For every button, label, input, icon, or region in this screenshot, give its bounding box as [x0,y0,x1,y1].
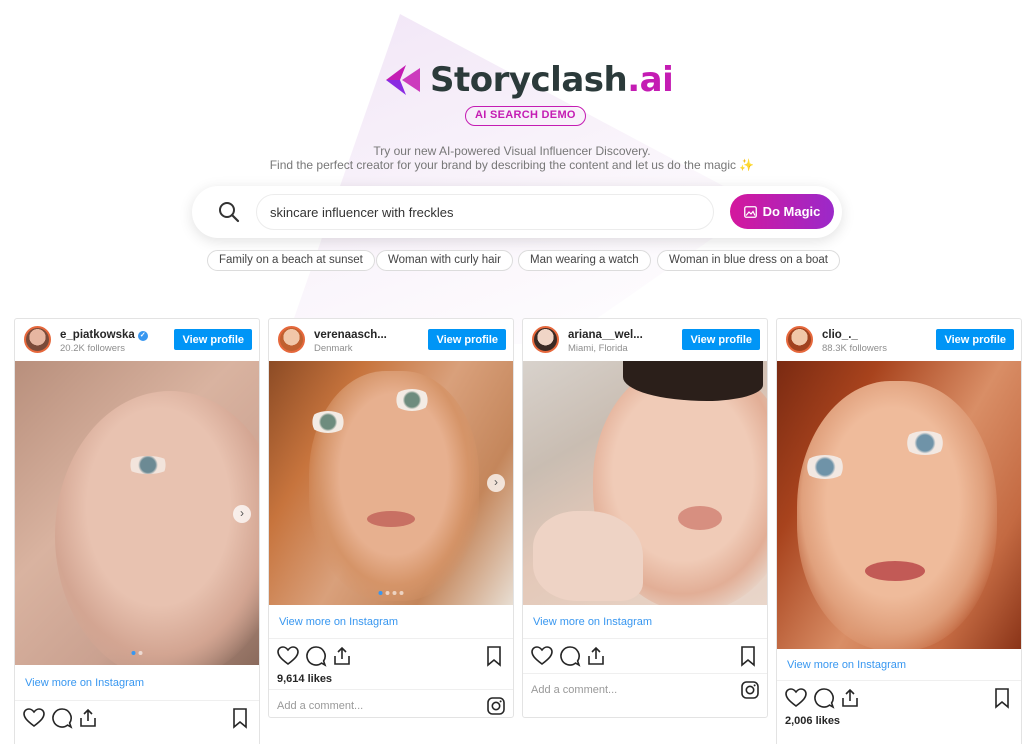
post-image[interactable] [777,361,1021,649]
bookmark-icon[interactable] [991,687,1013,709]
photo-eye [125,456,171,474]
view-profile-button[interactable]: View profile [428,329,506,350]
heart-icon[interactable] [531,645,553,667]
photo-eye [803,455,847,479]
comment-row: Add a comment... [523,673,767,705]
do-magic-label: Do Magic [762,204,821,219]
tagline-line-1: Try our new AI-powered Visual Influencer… [373,144,651,158]
view-profile-button[interactable]: View profile [936,329,1014,350]
next-photo-chevron-icon[interactable]: › [233,505,251,523]
share-icon[interactable] [839,687,861,709]
location: Miami, Florida [568,343,628,354]
suggestion-chip[interactable]: Woman with curly hair [376,250,513,271]
influencer-card: clio_._ 88.3K followers View profile Vie… [776,318,1022,744]
photo-eye [393,389,431,411]
instagram-icon[interactable] [741,681,759,699]
photo-hand [533,511,643,601]
location: Denmark [314,343,353,354]
heart-icon[interactable] [277,645,299,667]
post-image[interactable] [523,361,767,605]
suggestion-chip[interactable]: Man wearing a watch [518,250,651,271]
photo-eye [309,411,347,433]
avatar[interactable] [532,326,559,353]
photo-lips [865,561,925,581]
search-input[interactable] [256,194,714,230]
card-header: ariana__wel... Miami, Florida View profi… [523,319,767,361]
comment-icon[interactable] [305,645,327,667]
share-icon[interactable] [585,645,607,667]
view-profile-button[interactable]: View profile [174,329,252,350]
comment-row: Add a comment... [269,689,513,717]
follower-count: 20.2K followers [60,343,125,354]
username[interactable]: e_piatkowska ✓ [60,329,148,341]
add-comment-input[interactable]: Add a comment... [277,700,363,712]
bookmark-icon[interactable] [737,645,759,667]
influencer-card: ariana__wel... Miami, Florida View profi… [522,318,768,718]
photo-subject [309,371,479,601]
username[interactable]: verenaasch... [314,329,387,341]
comment-icon[interactable] [51,707,73,729]
photo-subject [55,391,259,665]
post-actions [15,701,259,735]
view-more-instagram-link[interactable]: View more on Instagram [15,665,259,701]
influencer-card: verenaasch... Denmark View profile › Vie… [268,318,514,718]
tagline-line-2: Find the perfect creator for your brand … [269,158,755,172]
verified-badge-icon: ✓ [137,331,148,341]
post-actions [523,639,767,673]
heart-icon[interactable] [785,687,807,709]
comment-icon[interactable] [813,687,835,709]
share-icon[interactable] [77,707,99,729]
bookmark-icon[interactable] [229,707,251,729]
post-image[interactable]: › [15,361,259,665]
avatar[interactable] [278,326,305,353]
carousel-dots [378,591,404,595]
instagram-icon[interactable] [487,697,505,715]
avatar[interactable] [24,326,51,353]
search-icon [219,202,240,223]
heart-icon[interactable] [23,707,45,729]
hero-header: Storyclash.ai AI SEARCH DEMO Try our new… [0,0,1024,290]
carousel-dots [131,651,143,655]
photo-lips [367,511,415,527]
bookmark-icon[interactable] [483,645,505,667]
next-photo-chevron-icon[interactable]: › [487,474,505,492]
post-actions [777,681,1021,715]
username[interactable]: clio_._ [822,329,858,341]
brand-name: Storyclash.ai [430,60,674,100]
do-magic-button[interactable]: Do Magic [730,194,834,229]
photo-subject [797,381,997,649]
view-more-instagram-link[interactable]: View more on Instagram [269,605,513,639]
image-icon [743,205,757,218]
photo-lips [678,506,722,530]
search-bar: Do Magic [192,186,842,238]
add-comment-input[interactable]: Add a comment... [531,684,617,696]
view-profile-button[interactable]: View profile [682,329,760,350]
view-more-instagram-link[interactable]: View more on Instagram [523,605,767,639]
post-image[interactable]: › [269,361,513,605]
influencer-card: e_piatkowska ✓ 20.2K followers View profi… [14,318,260,744]
ai-search-demo-badge: AI SEARCH DEMO [465,106,586,126]
card-header: clio_._ 88.3K followers View profile [777,319,1021,361]
avatar[interactable] [786,326,813,353]
logo: Storyclash.ai [384,60,674,100]
comment-icon[interactable] [559,645,581,667]
like-count: 2,006 likes [785,715,841,727]
card-header: verenaasch... Denmark View profile [269,319,513,361]
card-header: e_piatkowska ✓ 20.2K followers View profi… [15,319,259,361]
username[interactable]: ariana__wel... [568,329,643,341]
view-more-instagram-link[interactable]: View more on Instagram [777,649,1021,681]
follower-count: 88.3K followers [822,343,887,354]
storyclash-logo-icon [386,65,420,95]
like-count: 9,614 likes [277,673,333,685]
suggestion-chip[interactable]: Woman in blue dress on a boat [657,250,840,271]
photo-eye [903,431,947,455]
share-icon[interactable] [331,645,353,667]
suggestion-chip[interactable]: Family on a beach at sunset [207,250,375,271]
post-actions [269,639,513,673]
